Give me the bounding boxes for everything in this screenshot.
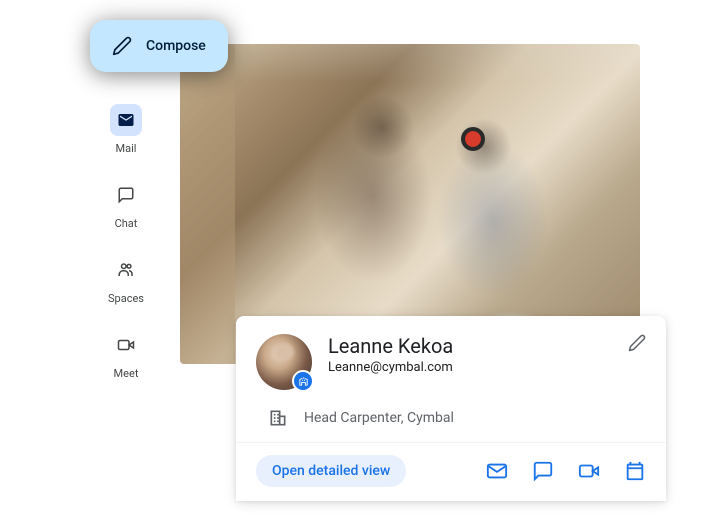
contact-name: Leanne Kekoa xyxy=(328,334,612,359)
contact-card: Leanne Kekoa Leanne@cymbal.com Head Carp… xyxy=(236,316,666,501)
nav-spaces-label: Spaces xyxy=(108,292,144,305)
action-video-icon[interactable] xyxy=(578,460,600,482)
nav-meet[interactable]: Meet xyxy=(108,329,144,380)
nav-spaces[interactable]: Spaces xyxy=(108,254,144,305)
nav-meet-label: Meet xyxy=(114,367,139,380)
compose-button[interactable]: Compose xyxy=(90,20,228,72)
contact-actions: Open detailed view xyxy=(236,442,666,501)
action-chat-icon[interactable] xyxy=(532,460,554,482)
org-badge-icon xyxy=(292,370,314,392)
contact-role-row: Head Carpenter, Cymbal xyxy=(236,398,666,442)
avatar-wrap xyxy=(256,334,312,390)
nav-chat-label: Chat xyxy=(115,217,138,230)
spaces-icon xyxy=(110,254,142,286)
edit-contact-button[interactable] xyxy=(628,334,646,352)
action-mail-icon[interactable] xyxy=(486,460,508,482)
quick-actions xyxy=(486,460,646,482)
nav-chat[interactable]: Chat xyxy=(108,179,144,230)
open-detailed-view-button[interactable]: Open detailed view xyxy=(256,455,406,487)
sidebar-nav: Mail Chat Spaces Meet xyxy=(108,104,144,380)
compose-label: Compose xyxy=(146,38,206,54)
chat-icon xyxy=(110,179,142,211)
contact-role: Head Carpenter, Cymbal xyxy=(304,410,454,426)
contact-info: Leanne Kekoa Leanne@cymbal.com xyxy=(328,334,612,375)
building-icon xyxy=(268,408,288,428)
action-calendar-icon[interactable] xyxy=(624,460,646,482)
mail-icon xyxy=(110,104,142,136)
meet-icon xyxy=(110,329,142,361)
nav-mail[interactable]: Mail xyxy=(108,104,144,155)
nav-mail-label: Mail xyxy=(116,142,137,155)
contact-email: Leanne@cymbal.com xyxy=(328,360,612,375)
contact-header: Leanne Kekoa Leanne@cymbal.com xyxy=(236,316,666,398)
pencil-icon xyxy=(112,36,132,56)
